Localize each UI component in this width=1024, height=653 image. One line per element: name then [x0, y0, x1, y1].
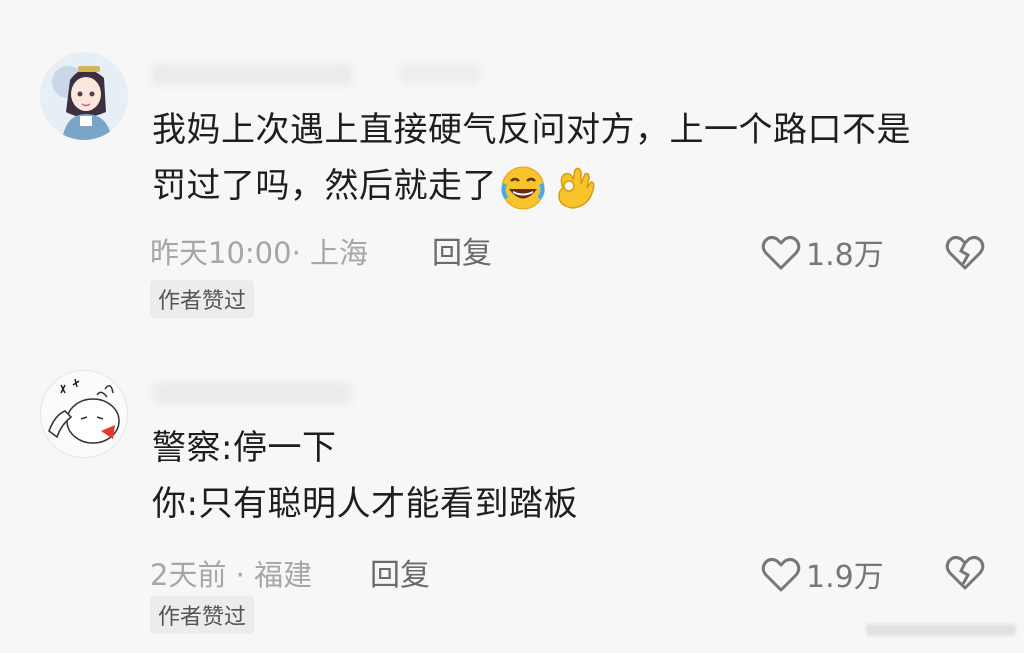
cartoon-rabbit-avatar-icon	[41, 371, 127, 457]
watermark-blurred	[866, 624, 1016, 636]
author-liked-badge: 作者赞过	[150, 280, 255, 318]
username-tag-blurred	[400, 64, 480, 84]
comment-meta: 昨天10:00· 上海	[150, 236, 369, 270]
broken-heart-icon[interactable]	[944, 552, 986, 592]
rolling-laughing-emoji	[501, 166, 545, 209]
like-count: 1.9万	[806, 560, 884, 595]
broken-heart-icon[interactable]	[944, 232, 986, 272]
comment-text: 警察:停一下 你:只有聪明人才能看到踏板	[152, 420, 578, 532]
author-liked-badge: 作者赞过	[150, 596, 255, 634]
ok-hand-emoji	[558, 167, 595, 209]
avatar[interactable]	[40, 370, 128, 458]
username-blurred[interactable]	[152, 382, 352, 404]
comment-text: 我妈上次遇上直接硬气反问对方，上一个路口不是 罚过了吗，然后就走了	[152, 102, 911, 214]
like-count: 1.8万	[806, 238, 884, 273]
comment-line: 你:只有聪明人才能看到踏板	[152, 484, 578, 524]
anime-girl-avatar-icon	[40, 52, 128, 140]
like-button[interactable]: 1.9万	[760, 552, 884, 596]
heart-icon	[761, 557, 801, 592]
reply-button[interactable]: 回复	[432, 228, 492, 272]
heart-icon	[761, 235, 801, 270]
comment-meta: 2天前 · 福建	[150, 558, 313, 592]
comment-line: 我妈上次遇上直接硬气反问对方，上一个路口不是	[152, 110, 911, 150]
username-blurred[interactable]	[152, 64, 352, 86]
comment-line: 警察:停一下	[152, 428, 337, 468]
comment-line: 罚过了吗，然后就走了	[152, 166, 497, 206]
like-button[interactable]: 1.8万	[760, 230, 884, 274]
avatar[interactable]	[40, 52, 128, 140]
comment-line-with-emoji: 罚过了吗，然后就走了	[152, 158, 911, 214]
reply-button[interactable]: 回复	[370, 550, 430, 594]
